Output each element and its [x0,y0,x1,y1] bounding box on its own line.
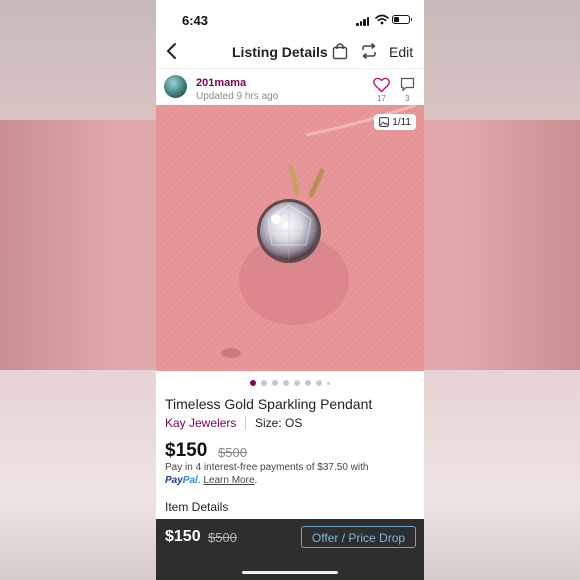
shopping-bag-icon[interactable] [332,42,348,60]
page-title: Listing Details [232,44,328,60]
wifi-icon [375,14,389,25]
battery-icon [392,15,412,24]
learn-more-link[interactable]: Learn More [203,475,254,486]
status-bar: 6:43 [156,0,424,38]
listing-title: Timeless Gold Sparkling Pendant [165,396,373,412]
comment-icon[interactable] [400,77,415,92]
pagination-dot[interactable] [283,380,289,386]
pagination-dot[interactable] [327,381,330,385]
listing-photo[interactable]: 1/11 [156,105,424,371]
like-count: 17 [377,94,386,103]
image-icon [379,117,390,127]
photo-counter[interactable]: 1/11 [374,114,416,130]
share-icon[interactable] [360,42,378,60]
paypal-pal: Pal [182,475,198,486]
heart-icon[interactable] [373,77,390,93]
bottom-price: $150 [165,528,201,545]
seller-username[interactable]: 201mama [196,77,246,89]
signal-icon [356,16,370,26]
divider [245,416,246,430]
size-label: Size: OS [255,416,303,430]
photo-count-text: 1/11 [392,116,411,128]
paypal-logo: PayPal [165,475,198,486]
photo-pagination[interactable] [156,379,424,387]
edit-button[interactable]: Edit [389,44,413,60]
pendant-image [156,105,424,371]
pagination-dot[interactable] [250,380,256,386]
paypal-period: . [197,475,201,486]
pagination-dot[interactable] [261,380,267,386]
installment-text: Pay in 4 interest-free payments of $37.5… [165,462,369,473]
paypal-pay: Pay [165,475,183,486]
bottom-original-price: $500 [208,530,237,545]
back-chevron-icon[interactable] [164,41,182,61]
pagination-dot[interactable] [316,380,322,386]
updated-time: Updated 9 hrs ago [196,91,279,102]
pagination-dot[interactable] [305,380,311,386]
seller-row: 201mama Updated 9 hrs ago 17 3 [156,68,424,105]
offer-price-drop-button[interactable]: Offer / Price Drop [301,526,416,548]
comment-count: 3 [405,94,410,103]
status-time: 6:43 [182,13,209,28]
pagination-dot[interactable] [294,380,300,386]
pagination-dot[interactable] [272,380,278,386]
nav-bar: Listing Details Edit [156,38,424,66]
bottom-action-bar: $150 $500 Offer / Price Drop [156,519,424,580]
item-details-heading: Item Details [165,500,229,514]
original-price: $500 [218,445,247,460]
listing-price: $150 [165,440,208,461]
avatar[interactable] [164,75,187,98]
paypal-line: PayPal. Learn More. [165,475,257,486]
home-indicator[interactable] [242,571,338,574]
brand-link[interactable]: Kay Jewelers [165,416,236,430]
learn-more-period: . [254,475,258,486]
phone-screen: 6:43 Listing Details Edit 201mama Update… [156,0,424,580]
